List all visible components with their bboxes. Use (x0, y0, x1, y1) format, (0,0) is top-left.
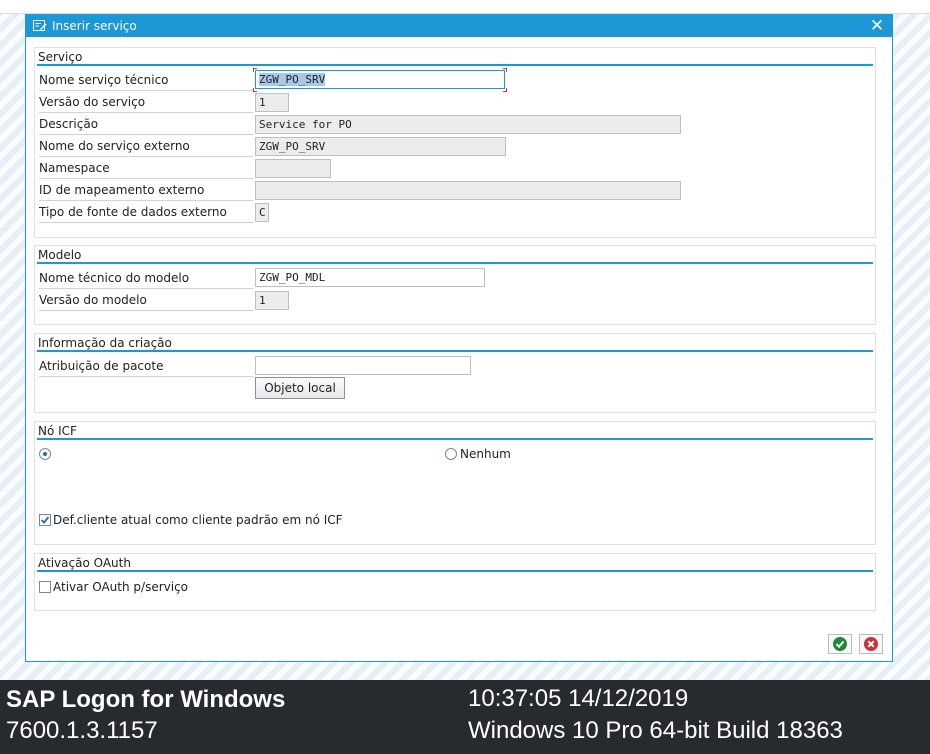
icf-nenhum-label: Nenhum (460, 447, 511, 461)
footer-os: Windows 10 Pro 64-bit Build 18363 (468, 717, 843, 744)
focus-corner-tr (503, 68, 507, 72)
cancel-icon (864, 637, 878, 651)
group-servico-rule (37, 64, 873, 66)
objeto-local-button[interactable]: Objeto local (255, 377, 345, 399)
icf-default-client-checkbox[interactable] (39, 514, 51, 526)
icf-default-client-label: Def.cliente atual como cliente padrão em… (53, 513, 343, 527)
label-namespace: Namespace (39, 158, 253, 179)
focus-corner-tl (253, 68, 257, 72)
group-icf-rule (37, 438, 873, 440)
group-criacao-rule (37, 350, 873, 352)
oauth-label: Ativar OAuth p/serviço (53, 580, 189, 594)
atribuicao-pacote-input[interactable] (255, 356, 471, 375)
background-top-band (0, 0, 930, 14)
group-servico: Serviço Nome serviço técnico ZGW_PO_SRV … (34, 47, 876, 238)
group-criacao-title: Informação da criação (38, 336, 172, 350)
label-nome-servico-externo: Nome do serviço externo (39, 136, 253, 157)
label-nome-servico-tecnico: Nome serviço técnico (39, 70, 253, 91)
versao-servico-field: 1 (255, 93, 289, 112)
descricao-field: Service for PO (255, 115, 681, 134)
label-descricao: Descrição (39, 114, 253, 135)
group-servico-title: Serviço (38, 50, 83, 64)
dialog-titlebar: Inserir serviço ✕ (26, 15, 892, 37)
footer-version: 7600.1.3.1157 (6, 717, 158, 744)
focus-corner-br (503, 88, 507, 92)
checkmark-icon (833, 637, 847, 651)
focus-corner-bl (253, 88, 257, 92)
cancel-button[interactable] (859, 634, 883, 654)
group-oauth: Ativação OAuth Ativar OAuth p/serviço (34, 553, 876, 611)
group-modelo: Modelo Nome técnico do modelo ZGW_PO_MDL… (34, 245, 876, 325)
group-criacao: Informação da criação Atribuição de paco… (34, 333, 876, 413)
nome-servico-externo-field: ZGW_PO_SRV (255, 137, 506, 156)
icf-default-radio[interactable] (39, 448, 51, 460)
group-no-icf: Nó ICF Nenhum Def.cliente atual como cli… (34, 421, 876, 545)
label-tipo-fonte-dados: Tipo de fonte de dados externo (39, 202, 253, 223)
label-id-mapeamento-externo: ID de mapeamento externo (39, 180, 253, 201)
status-footer: SAP Logon for Windows 7600.1.3.1157 10:3… (0, 680, 930, 754)
nome-tecnico-modelo-input[interactable]: ZGW_PO_MDL (255, 268, 485, 287)
footer-app-name: SAP Logon for Windows (6, 686, 286, 713)
tipo-fonte-dados-field: C (255, 203, 269, 222)
icf-nenhum-radio[interactable] (445, 448, 457, 460)
oauth-checkbox[interactable] (39, 581, 51, 593)
confirm-button[interactable] (828, 634, 852, 654)
footer-datetime: 10:37:05 14/12/2019 (468, 685, 689, 712)
insert-service-dialog: Inserir serviço ✕ Serviço Nome serviço t… (25, 14, 893, 662)
label-versao-modelo: Versão do modelo (39, 290, 253, 311)
nome-servico-tecnico-input[interactable]: ZGW_PO_SRV (255, 70, 505, 89)
id-mapeamento-externo-field (255, 181, 681, 200)
dialog-title: Inserir serviço (52, 19, 137, 33)
versao-modelo-field: 1 (255, 291, 289, 310)
label-versao-servico: Versão do serviço (39, 92, 253, 113)
group-modelo-rule (37, 262, 873, 264)
group-icf-title: Nó ICF (38, 424, 77, 438)
namespace-field (255, 159, 331, 178)
group-oauth-rule (37, 570, 873, 572)
label-nome-tecnico-modelo: Nome técnico do modelo (39, 268, 253, 289)
group-modelo-title: Modelo (38, 248, 82, 262)
label-atribuicao-pacote: Atribuição de pacote (39, 356, 253, 377)
dialog-edit-icon (33, 20, 47, 32)
group-oauth-title: Ativação OAuth (38, 556, 131, 570)
close-button[interactable]: ✕ (868, 16, 886, 36)
checkmark-icon (40, 516, 50, 524)
